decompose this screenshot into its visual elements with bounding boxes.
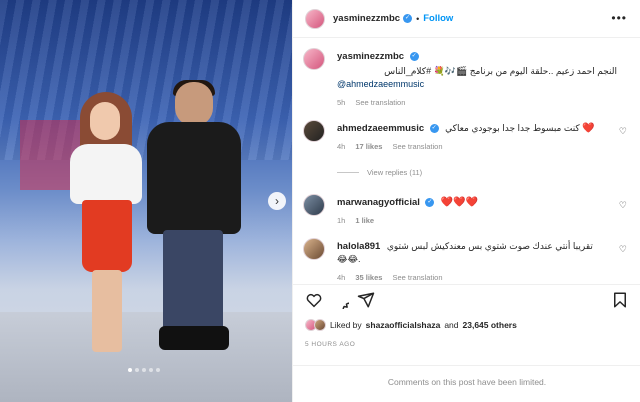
caption-username[interactable]: yasminezzmbc (337, 51, 404, 62)
carousel-dots (128, 368, 160, 372)
verified-badge-icon: ✓ (429, 124, 439, 134)
chevron-right-icon[interactable]: › (268, 192, 286, 210)
share-icon[interactable] (357, 291, 375, 309)
liked-count[interactable]: 23,645 others (463, 320, 517, 330)
view-replies-label: View replies (11) (367, 168, 423, 177)
heart-icon[interactable]: ♡ (619, 244, 627, 255)
comment-time[interactable]: 4h (337, 271, 345, 282)
comment-username[interactable]: ahmedzaeemmusic (337, 123, 424, 134)
liked-and: and (444, 320, 459, 330)
post-time[interactable]: 5 HOURS AGO (305, 341, 355, 348)
comments-limited-notice: Comments on this post have been limited. (387, 377, 547, 387)
liked-by: Liked by shazaofficialshaza and 23,645 o… (305, 319, 517, 331)
heart-icon[interactable]: ♡ (619, 126, 627, 137)
see-translation-link[interactable]: See translation (355, 96, 405, 109)
more-horizontal-icon[interactable]: ••• (611, 11, 627, 25)
liked-user[interactable]: shazaofficialshaza (366, 320, 441, 330)
avatar[interactable] (314, 319, 326, 331)
post-header: yasminezzmbc ✓ • Follow ••• (293, 0, 640, 38)
comment-likes[interactable]: 35 likes (355, 271, 382, 282)
comment-likes[interactable]: 17 likes (355, 140, 382, 153)
avatar[interactable] (303, 48, 325, 70)
follow-button[interactable]: Follow (423, 13, 453, 24)
header-username[interactable]: yasminezzmbc (333, 13, 400, 24)
avatar[interactable] (305, 8, 325, 29)
see-translation-link[interactable]: See translation (392, 271, 442, 282)
woman-figure (68, 92, 152, 360)
comments-list[interactable]: yasminezzmbc ✓ النجم احمد زعيم ..حلقة ال… (293, 44, 640, 282)
verified-badge-icon: ✓ (409, 52, 419, 62)
post-sidebar: yasminezzmbc ✓ • Follow ••• yasminezzmbc… (292, 0, 640, 402)
post-image[interactable]: › (0, 0, 292, 402)
comment-text: كنت مبسوط جدا جدا بوجودي معاكي (445, 123, 580, 133)
instagram-post: › yasminezzmbc ✓ • Follow ••• yasminezzm… (0, 0, 640, 402)
comment-icon[interactable] (331, 291, 349, 309)
carousel-dot (128, 368, 132, 372)
separator: • (416, 13, 420, 24)
carousel-dot (135, 368, 139, 372)
carousel-dot (149, 368, 153, 372)
verified-badge-icon: ✓ (403, 14, 413, 23)
comment-likes[interactable]: 1 like (355, 214, 374, 227)
heart-icon[interactable] (305, 291, 323, 309)
verified-badge-icon: ✓ (425, 198, 435, 208)
avatar[interactable] (303, 194, 325, 216)
avatar[interactable] (303, 120, 325, 142)
liked-prefix: Liked by (330, 320, 362, 330)
view-replies[interactable]: View replies (11) (337, 168, 422, 177)
comment-time[interactable]: 4h (337, 140, 345, 153)
post-actions: Liked by shazaofficialshaza and 23,645 o… (293, 284, 640, 387)
heart-icon[interactable]: ♡ (619, 200, 627, 211)
avatar[interactable] (303, 238, 325, 260)
comment-time[interactable]: 1h (337, 214, 345, 227)
caption-mention[interactable]: @ahmedzaeemmusic (337, 78, 617, 91)
comment-text: تقريبا أنتي عندك صوت شتوي بس معندكيش لبس… (386, 241, 593, 251)
see-translation-link[interactable]: See translation (392, 140, 442, 153)
carousel-dot (142, 368, 146, 372)
comment-emoji: ❤️❤️❤️ (440, 197, 479, 208)
man-figure (145, 80, 243, 362)
comment-emoji: ❤️ (582, 123, 595, 134)
caption-time[interactable]: 5h (337, 96, 345, 109)
caption-text: النجم احمد زعيم ..حلقة اليوم من برنامج 🎬… (384, 66, 617, 76)
comment-username[interactable]: halola891 (337, 241, 380, 252)
bookmark-icon[interactable] (611, 291, 629, 309)
comment-emoji: 😂😂. (337, 254, 361, 264)
carousel-dot (156, 368, 160, 372)
comment-username[interactable]: marwanagyofficial (337, 197, 420, 208)
